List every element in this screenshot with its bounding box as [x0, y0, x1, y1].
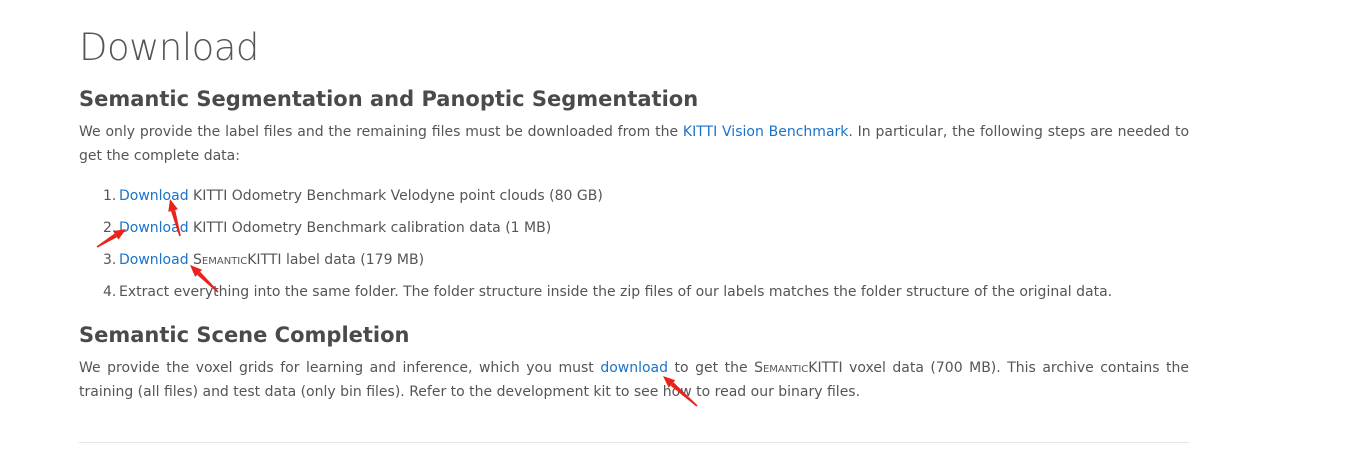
download-velodyne-link[interactable]: Download — [119, 188, 189, 204]
section-heading-segmentation: Semantic Segmentation and Panoptic Segme… — [79, 87, 699, 111]
download-labels-link[interactable]: Download — [119, 252, 189, 268]
list-item-step-2: 2. Download KITTI Odometry Benchmark cali… — [103, 220, 552, 236]
list-item-step-3: 3. Download SemanticKITTI label data (179… — [103, 252, 425, 268]
segmentation-intro: We only provide the label files and the … — [79, 124, 1190, 164]
download-voxel-link[interactable]: download — [600, 360, 668, 376]
list-item-step-1: 1. Download KITTI Odometry Benchmark Velo… — [103, 188, 603, 204]
section-heading-scene-completion: Semantic Scene Completion — [79, 323, 410, 347]
download-steps-list: 1. Download KITTI Odometry Benchmark Velo… — [103, 184, 1112, 312]
kitti-benchmark-link[interactable]: KITTI Vision Benchmark — [683, 124, 848, 140]
section-divider — [79, 442, 1189, 443]
page-title: Download — [79, 26, 259, 69]
download-calibration-link[interactable]: Download — [119, 220, 189, 236]
list-item-step-4: 4. Extract everything into the same folde… — [103, 284, 1113, 300]
scene-completion-text: We provide the voxel grids for learning … — [79, 360, 1189, 400]
